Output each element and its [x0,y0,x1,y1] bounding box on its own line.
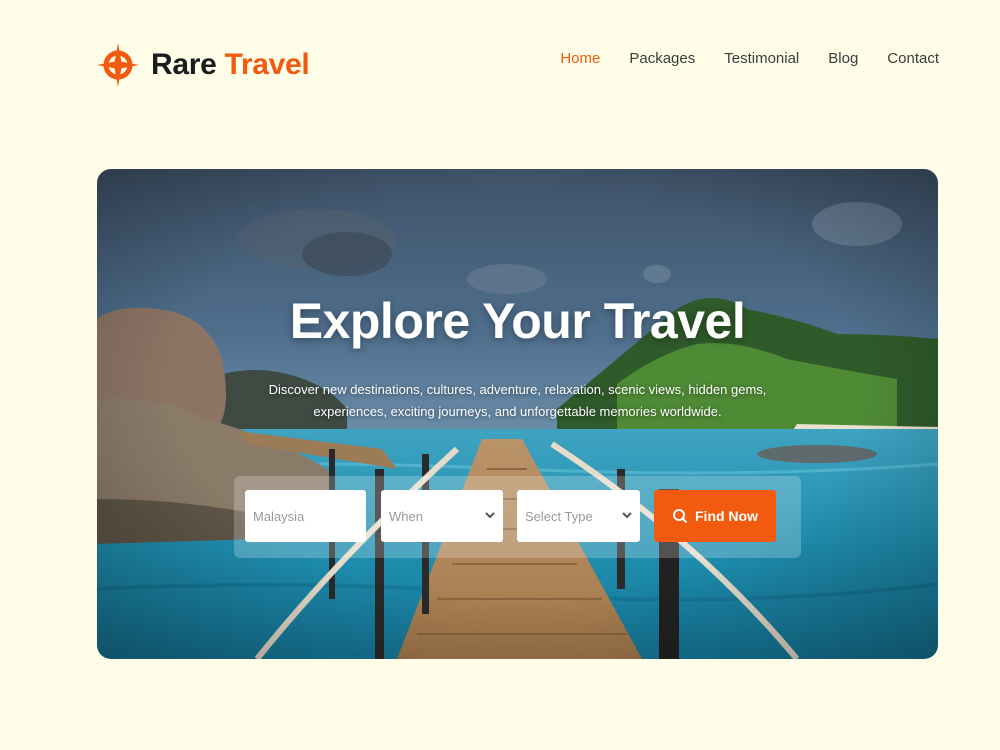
compass-cross-icon [97,41,139,89]
destination-input[interactable] [253,508,366,524]
chevron-down-icon [485,512,495,519]
page: Rare Travel Home Packages Testimonial Blo… [0,0,1000,750]
hero-banner: Explore Your Travel Discover new destina… [97,169,938,659]
when-select[interactable]: When [381,490,503,542]
hero-subtitle: Discover new destinations, cultures, adv… [268,382,767,419]
nav-home[interactable]: Home [560,50,600,67]
chevron-down-icon [622,512,632,519]
logo[interactable]: Rare Travel [97,41,310,89]
type-select[interactable]: Select Type [517,490,640,542]
nav-blog[interactable]: Blog [828,50,858,67]
nav-contact[interactable]: Contact [887,50,939,67]
search-bar: When Select Type Find Now [234,476,801,558]
type-select-value: Select Type [525,508,593,524]
nav-testimonial[interactable]: Testimonial [724,50,799,67]
find-now-label: Find Now [695,508,758,524]
brand-name: Rare Travel [151,48,310,82]
hero-title: Explore Your Travel [289,293,746,349]
brand-name-part1: Rare [151,48,217,81]
when-select-value: When [389,508,423,524]
nav-packages[interactable]: Packages [629,50,695,67]
destination-field[interactable] [245,490,366,542]
search-icon [673,509,688,524]
find-now-button[interactable]: Find Now [654,490,776,542]
main-nav: Home Packages Testimonial Blog Contact [560,50,939,67]
brand-name-part2: Travel [224,48,310,81]
